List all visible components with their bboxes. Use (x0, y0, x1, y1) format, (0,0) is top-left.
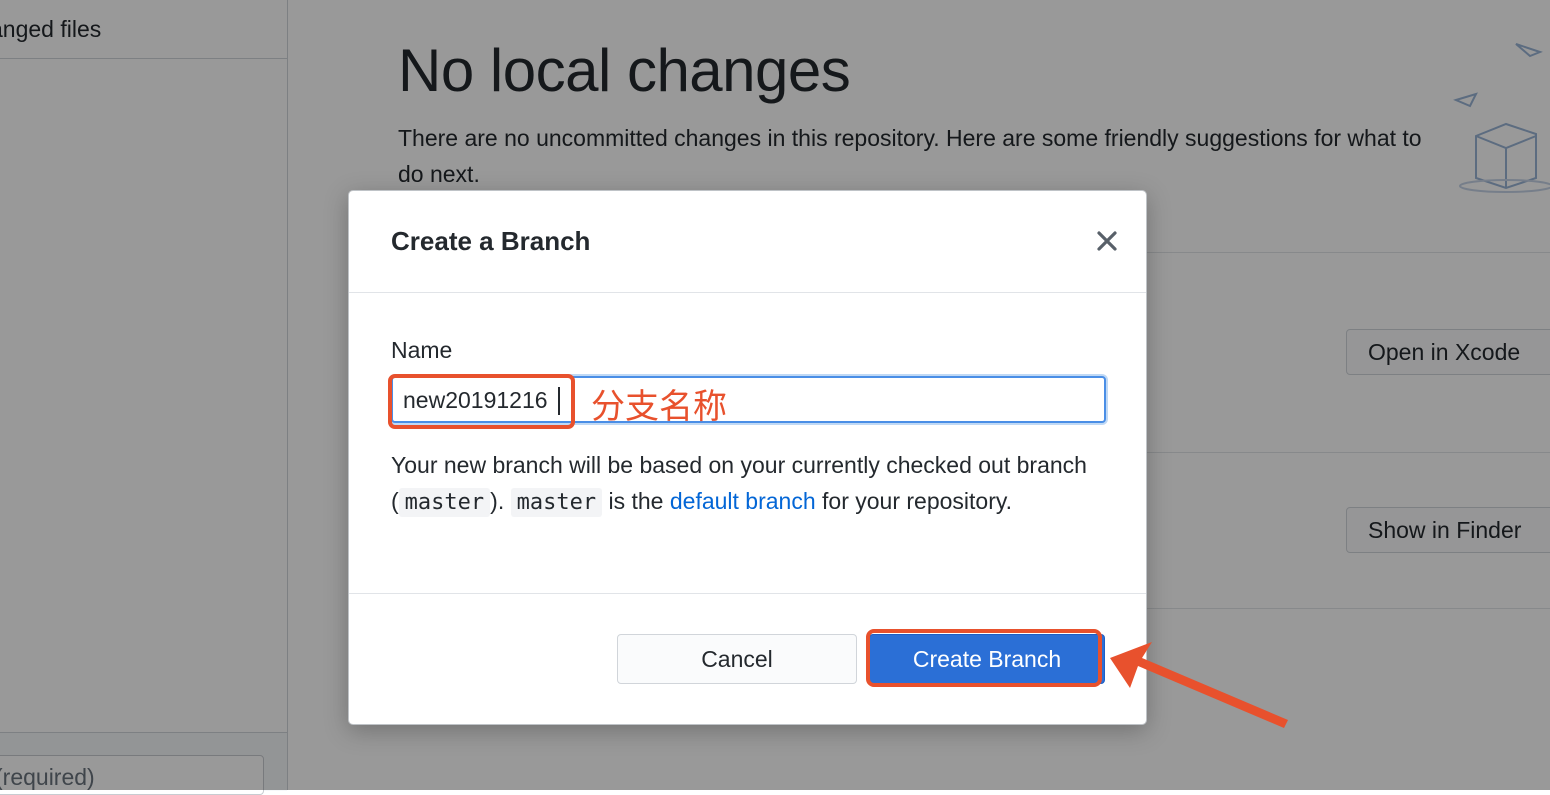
default-branch-link[interactable]: default branch (670, 488, 816, 514)
helper-text-part2: ). (490, 488, 511, 514)
dialog-body: Name 分支名称 Your new branch will be based … (349, 293, 1146, 593)
name-label: Name (391, 337, 453, 363)
close-icon (1097, 231, 1117, 251)
default-branch-code: master (510, 488, 603, 517)
annotation-arrow-icon (1110, 642, 1288, 728)
annotation-branch-name-label: 分支名称 (591, 387, 727, 427)
helper-text-part4: for your repository. (815, 488, 1013, 514)
create-branch-dialog: Create a Branch Name 分支名称 Your new branc… (348, 190, 1147, 725)
branch-helper-text: Your new branch will be based on your cu… (391, 447, 1101, 521)
dialog-header: Create a Branch (349, 191, 1146, 293)
close-button[interactable] (1089, 223, 1125, 259)
helper-text-part3: is the (602, 488, 670, 514)
cancel-button[interactable]: Cancel (617, 634, 857, 684)
annotation-highlight-create (866, 629, 1102, 687)
current-branch-code: master (398, 488, 491, 517)
app-window: anged files (required) No local changes … (0, 0, 1550, 795)
dialog-footer: Cancel Create Branch (349, 593, 1146, 725)
annotation-highlight-box (388, 374, 575, 429)
dialog-title: Create a Branch (391, 226, 591, 256)
